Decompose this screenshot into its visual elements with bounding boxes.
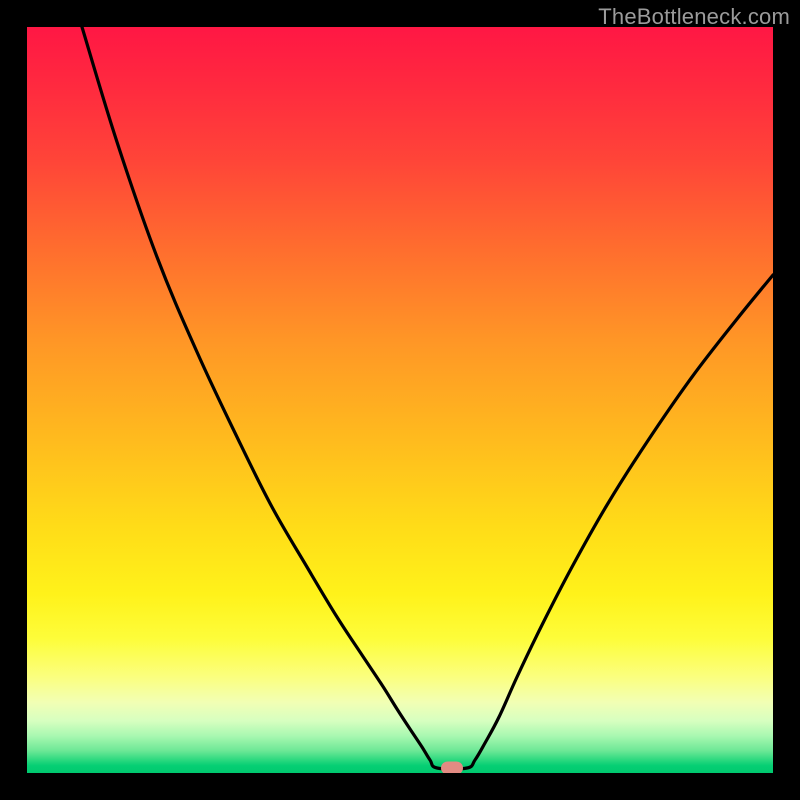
bottleneck-curve — [27, 27, 773, 773]
watermark-text: TheBottleneck.com — [598, 4, 790, 30]
minimum-marker — [441, 762, 463, 774]
chart-frame: TheBottleneck.com — [0, 0, 800, 800]
plot-area — [27, 27, 773, 773]
